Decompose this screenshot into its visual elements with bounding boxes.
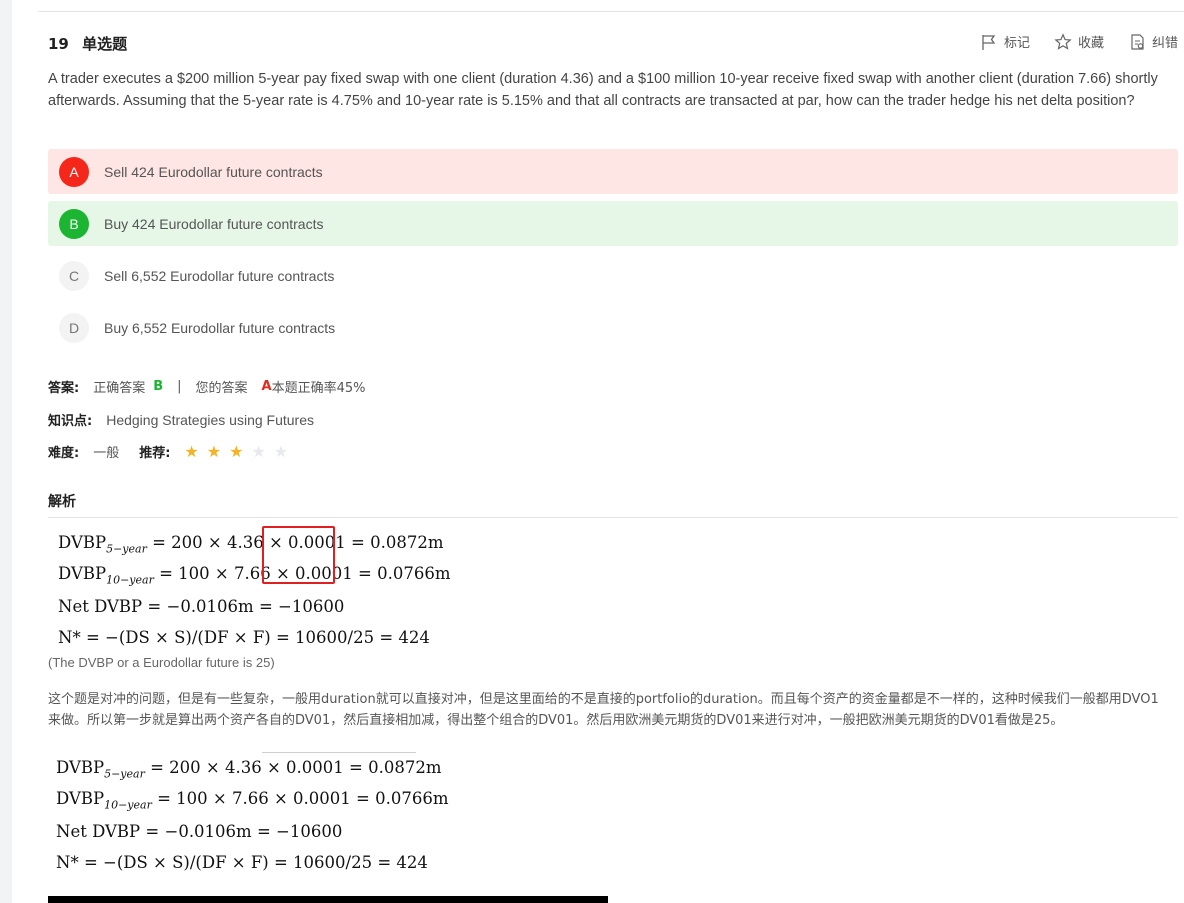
option-c-text: Sell 6,552 Eurodollar future contracts <box>104 267 335 284</box>
formula-lhs: N* <box>56 853 79 872</box>
formula-lhs: DVBP <box>58 564 107 583</box>
answer-divider: | <box>177 379 182 394</box>
option-a-letter: A <box>59 156 89 187</box>
top-divider <box>38 11 1184 12</box>
embedded-media-bar <box>48 896 608 903</box>
analysis-divider <box>48 517 1178 518</box>
formula-n-star-repeat: N* = −(DS × S)/(DF × F) = 10600/25 = 424 <box>56 853 428 872</box>
formula-dvbp-5y-repeat: DVBP5−year = 200 × 4.36 × 0.0001 = 0.087… <box>56 758 441 780</box>
question-number: 19 <box>48 35 69 53</box>
knowledge-row: 知识点: Hedging Strategies using Futures <box>48 410 314 430</box>
mark-button[interactable]: 标记 <box>980 32 1030 51</box>
formula-lhs: DVBP <box>56 789 105 808</box>
question-stem: A trader executes a $200 million 5-year … <box>48 71 1158 109</box>
question-toolbar: 标记 收藏 纠错 <box>980 32 1178 51</box>
option-d[interactable]: D Buy 6,552 Eurodollar future contracts <box>48 305 1178 350</box>
correct-answer-value: B <box>153 379 164 394</box>
difficulty-row: 难度: 一般 推荐: ★ ★ ★ ★ ★ <box>48 442 296 461</box>
accuracy-text: 本题正确率45% <box>271 381 366 396</box>
document-edit-icon <box>1131 33 1144 50</box>
star-icon: ★ <box>184 442 199 461</box>
difficulty-value: 一般 <box>93 446 120 461</box>
star-icon: ★ <box>273 442 289 461</box>
report-label: 纠错 <box>1151 36 1178 51</box>
option-c[interactable]: C Sell 6,552 Eurodollar future contracts <box>48 253 1178 298</box>
question-header: 19 单选题 <box>48 33 127 54</box>
formula-rhs: = −0.0106m = −10600 <box>145 822 343 841</box>
favorite-label: 收藏 <box>1077 36 1104 51</box>
formula-n-star: N* = −(DS × S)/(DF × F) = 10600/25 = 424 <box>58 628 430 647</box>
difficulty-label: 难度: <box>48 446 80 461</box>
image-top-edge <box>262 752 416 753</box>
formula-lhs: N* <box>58 628 81 647</box>
analysis-note: (The DVBP or a Eurodollar future is 25) <box>48 655 275 670</box>
formula-rhs: = −(DS × S)/(DF × F) = 10600/25 = 424 <box>85 628 430 647</box>
formula-lhs: DVBP <box>56 758 105 777</box>
recommend-label: 推荐: <box>139 446 171 461</box>
star-icon: ★ <box>251 442 266 461</box>
formula-net-dvbp: Net DVBP = −0.0106m = −10600 <box>58 597 344 616</box>
formula-sub: 10−year <box>106 573 154 587</box>
option-b[interactable]: B Buy 424 Eurodollar future contracts <box>48 201 1178 246</box>
formula-net-dvbp-repeat: Net DVBP = −0.0106m = −10600 <box>56 822 342 841</box>
formula-sub: 10−year <box>104 798 152 812</box>
your-answer-value: A <box>261 379 272 394</box>
option-b-text: Buy 424 Eurodollar future contracts <box>104 215 324 232</box>
option-d-letter: D <box>59 312 89 343</box>
option-a[interactable]: A Sell 424 Eurodollar future contracts <box>48 149 1178 194</box>
correct-answer-label: 正确答案 <box>93 381 146 396</box>
formula-sub: 5−year <box>106 542 147 556</box>
rating-stars: ★ ★ ★ ★ ★ <box>184 442 296 461</box>
analysis-explanation: 这个题是对冲的问题，但是有一些复杂，一般用duration就可以直接对冲，但是这… <box>48 692 1159 728</box>
flag-icon <box>982 34 996 50</box>
knowledge-value: Hedging Strategies using Futures <box>106 411 314 428</box>
report-error-button[interactable]: 纠错 <box>1128 32 1178 51</box>
favorite-button[interactable]: 收藏 <box>1054 32 1104 51</box>
option-b-letter: B <box>59 208 89 239</box>
analysis-title: 解析 <box>48 494 76 510</box>
answer-label: 答案: <box>48 381 80 396</box>
formula-lhs: Net DVBP <box>56 822 141 841</box>
formula-rhs: = 100 × 7.66 × 0.0001 = 0.0766m <box>157 789 449 808</box>
option-d-text: Buy 6,552 Eurodollar future contracts <box>104 319 336 336</box>
answer-row: 答案: 正确答案 B | 您的答案 A 本题正确率45% <box>48 377 366 396</box>
your-answer-label: 您的答案 <box>195 381 248 396</box>
formula-lhs: Net DVBP <box>58 597 143 616</box>
knowledge-label: 知识点: <box>48 414 93 429</box>
formula-sub: 5−year <box>104 767 145 781</box>
star-icon: ★ <box>229 442 244 461</box>
star-icon: ★ <box>206 442 222 461</box>
formula-rhs: = −(DS × S)/(DF × F) = 10600/25 = 424 <box>83 853 428 872</box>
formula-dvbp-5y: DVBP5−year = 200 × 4.36 × 0.0001 = 0.087… <box>58 533 443 555</box>
option-a-text: Sell 424 Eurodollar future contracts <box>104 163 323 180</box>
left-rail <box>0 0 12 903</box>
formula-dvbp-10y-repeat: DVBP10−year = 100 × 7.66 × 0.0001 = 0.07… <box>56 789 448 811</box>
highlight-box <box>262 526 335 584</box>
formula-rhs: = 200 × 4.36 × 0.0001 = 0.0872m <box>150 758 442 777</box>
formula-dvbp-10y: DVBP10−year = 100 × 7.66 × 0.0001 = 0.07… <box>58 564 450 586</box>
question-type: 单选题 <box>82 35 128 53</box>
formula-lhs: DVBP <box>58 533 107 552</box>
formula-rhs: = −0.0106m = −10600 <box>147 597 345 616</box>
star-outline-icon <box>1054 32 1072 50</box>
option-c-letter: C <box>59 260 89 291</box>
mark-label: 标记 <box>1003 36 1030 51</box>
